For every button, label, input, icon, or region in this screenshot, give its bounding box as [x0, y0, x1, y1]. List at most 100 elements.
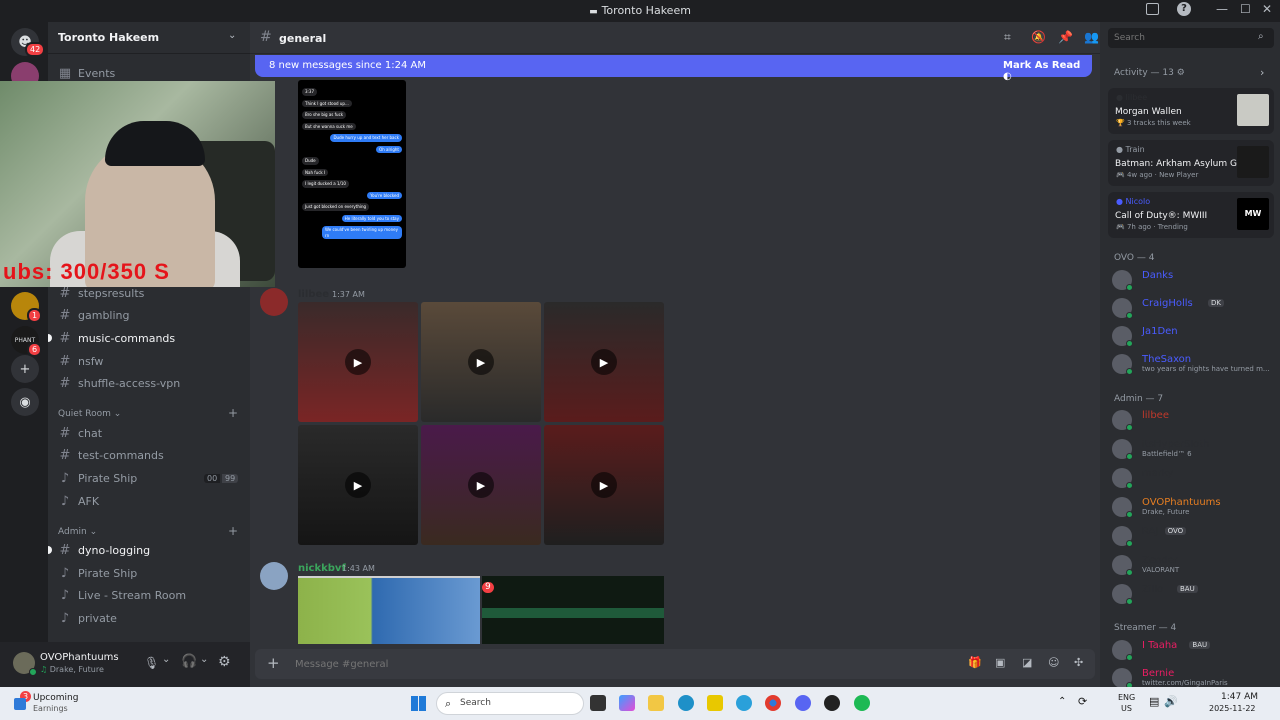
voice-channel-live-stream-room[interactable]: ♪ Live - Stream Room	[56, 585, 242, 605]
microphone-icon[interactable]: 🎙	[144, 656, 159, 670]
sync-icon[interactable]: ⟳	[1078, 695, 1087, 708]
member-list-icon[interactable]: 👥	[1084, 30, 1099, 44]
channel-nsfw[interactable]: # nsfw	[56, 351, 242, 371]
member-row[interactable]: I Taaha BAU	[1112, 638, 1277, 662]
mute-bell-icon[interactable]: 🔕	[1031, 30, 1046, 44]
gif-icon[interactable]: ▣	[995, 656, 1005, 669]
channel-chat[interactable]: # chat	[56, 423, 242, 443]
video-thumbnail[interactable]: ▶	[544, 302, 664, 422]
video-thumbnail[interactable]: ▶	[421, 425, 541, 545]
settings-gear-icon[interactable]: ⚙	[218, 654, 231, 670]
app-icon[interactable]	[707, 695, 723, 711]
events-item[interactable]: ▦ Events	[56, 63, 242, 83]
create-channel-button[interactable]: +	[228, 524, 238, 538]
volume-icon[interactable]: 🔊	[1164, 695, 1178, 708]
network-icon[interactable]: ▤	[1149, 695, 1159, 708]
close-button[interactable]: ✕	[1262, 2, 1272, 16]
voice-channel-pirate-ship[interactable]: ♪ Pirate Ship 00 99	[56, 468, 242, 488]
server-icon-2[interactable]: 1	[11, 292, 43, 323]
chevron-down-icon[interactable]: ⌄	[162, 654, 170, 665]
weather-widget[interactable]: 3 Upcoming Earnings	[12, 691, 132, 716]
gift-icon[interactable]: 🎁	[968, 656, 982, 669]
status-online-icon	[1126, 511, 1133, 518]
phone-screenshot[interactable]: 3:37 Think I got stood up... Bro she big a…	[298, 80, 406, 268]
message-input[interactable]	[295, 655, 895, 673]
discord-taskbar-icon[interactable]	[795, 695, 811, 711]
server-icon-3[interactable]: PHANT 6	[11, 326, 43, 357]
activity-card[interactable]: ● lilbee Morgan Wallen 🏆 3 tracks this w…	[1108, 88, 1274, 134]
chevron-down-icon[interactable]: ⌄	[200, 654, 208, 665]
clock-date[interactable]: 2025-11-22	[1209, 704, 1256, 713]
channel-test-commands[interactable]: # test-commands	[56, 445, 242, 465]
mark-as-read-button[interactable]: Mark As Read ◐	[1003, 60, 1092, 82]
member-row[interactable]: TheSaxon two years of nights have turned …	[1112, 352, 1277, 376]
member-row[interactable]: Ja1Den	[1112, 324, 1277, 348]
image-attachment[interactable]: 9	[482, 576, 664, 644]
member-activity: two years of nights have turned m...	[1142, 365, 1270, 373]
message-author[interactable]: lilbee	[298, 289, 329, 300]
task-view-icon[interactable]	[590, 695, 606, 711]
avatar[interactable]	[260, 288, 288, 316]
image-attachment[interactable]	[298, 576, 480, 644]
home-button[interactable]: ☻ 42	[11, 28, 46, 57]
apps-icon[interactable]: ✣	[1074, 656, 1083, 669]
add-server-button[interactable]: +	[11, 355, 39, 383]
pin-icon[interactable]: 📌	[1058, 30, 1073, 44]
voice-channel-afk[interactable]: ♪ AFK	[56, 491, 242, 511]
channel-gambling[interactable]: # gambling	[56, 305, 242, 325]
minimize-button[interactable]: —	[1216, 2, 1228, 16]
search-box[interactable]: ⌕	[1108, 28, 1274, 48]
member-row[interactable]: marky	[1112, 466, 1277, 490]
member-row[interactable]: OVOPhantuums Drake, Future	[1112, 495, 1277, 519]
channel-music-commands[interactable]: # music-commands	[48, 328, 242, 348]
message-author[interactable]: nickkbvf	[298, 563, 346, 574]
chrome-icon[interactable]	[765, 695, 781, 711]
avatar[interactable]	[260, 562, 288, 590]
chevron-right-icon[interactable]: ›	[1260, 66, 1264, 79]
sticker-icon[interactable]: ◪	[1022, 656, 1032, 669]
voice-channel-pirate-ship-admin[interactable]: ♪ Pirate Ship	[56, 563, 242, 583]
windows-start-icon[interactable]	[411, 696, 426, 711]
video-thumbnail[interactable]: ▶	[298, 425, 418, 545]
voice-channel-private[interactable]: ♪ private	[56, 608, 242, 628]
member-row[interactable]: lilbee	[1112, 408, 1277, 432]
file-explorer-icon[interactable]	[648, 695, 664, 711]
channel-dyno-logging[interactable]: # dyno-logging	[48, 540, 242, 560]
server-header[interactable]: Toronto Hakeem ⌄	[48, 22, 250, 54]
member-row[interactable]: Zender VALORANT	[1112, 553, 1277, 577]
maximize-button[interactable]: ☐	[1240, 2, 1251, 16]
create-channel-button[interactable]: +	[228, 406, 238, 420]
obs-icon[interactable]	[824, 695, 840, 711]
member-row[interactable]: CraigHolls DK	[1112, 296, 1277, 320]
add-attachment-button[interactable]: +	[267, 654, 280, 672]
video-thumbnail[interactable]: ▶	[421, 302, 541, 422]
clock-time[interactable]: 1:47 AM	[1221, 692, 1258, 702]
edge-icon[interactable]	[678, 695, 694, 711]
emoji-icon[interactable]: ☺	[1048, 656, 1059, 669]
activity-card[interactable]: ● Nicolo Call of Duty®: MWIII 🎮 7h ago ·…	[1108, 192, 1274, 238]
inbox-icon[interactable]	[1146, 3, 1159, 15]
headphones-icon[interactable]: 🎧	[181, 654, 197, 669]
taskbar-search[interactable]: ⌕ Search	[436, 692, 584, 715]
spotify-icon[interactable]	[854, 695, 870, 711]
discover-button[interactable]: ◉	[11, 388, 39, 416]
telegram-icon[interactable]	[736, 695, 752, 711]
channel-shuffle-access-vpn[interactable]: # shuffle-access-vpn	[56, 373, 242, 393]
category-quiet-room[interactable]: Quiet Room ⌄	[58, 409, 121, 419]
activity-header[interactable]: Activity — 13 ⚙	[1114, 68, 1185, 78]
video-thumbnail[interactable]: ▶	[298, 302, 418, 422]
album-art	[1237, 94, 1269, 126]
member-row[interactable]: Zillo BAU	[1112, 582, 1277, 606]
member-row[interactable]: RAJ OVO	[1112, 524, 1277, 548]
help-icon[interactable]: ?	[1177, 2, 1191, 16]
video-thumbnail[interactable]: ▶	[544, 425, 664, 545]
activity-card[interactable]: ● Train Batman: Arkham Asylum G... 🎮 4w …	[1108, 140, 1274, 186]
copilot-icon[interactable]	[619, 695, 635, 711]
member-row[interactable]: Danks	[1112, 268, 1277, 292]
new-messages-bar[interactable]: 8 new messages since 1:24 AM Mark As Rea…	[255, 55, 1092, 82]
category-admin[interactable]: Admin ⌄	[58, 527, 97, 537]
search-input[interactable]	[1114, 31, 1244, 45]
chevron-up-icon[interactable]: ⌃	[1058, 696, 1066, 707]
member-row[interactable]: itsHyperSloth Battlefield™ 6	[1112, 437, 1277, 461]
threads-icon[interactable]: ⌗	[1004, 30, 1011, 45]
